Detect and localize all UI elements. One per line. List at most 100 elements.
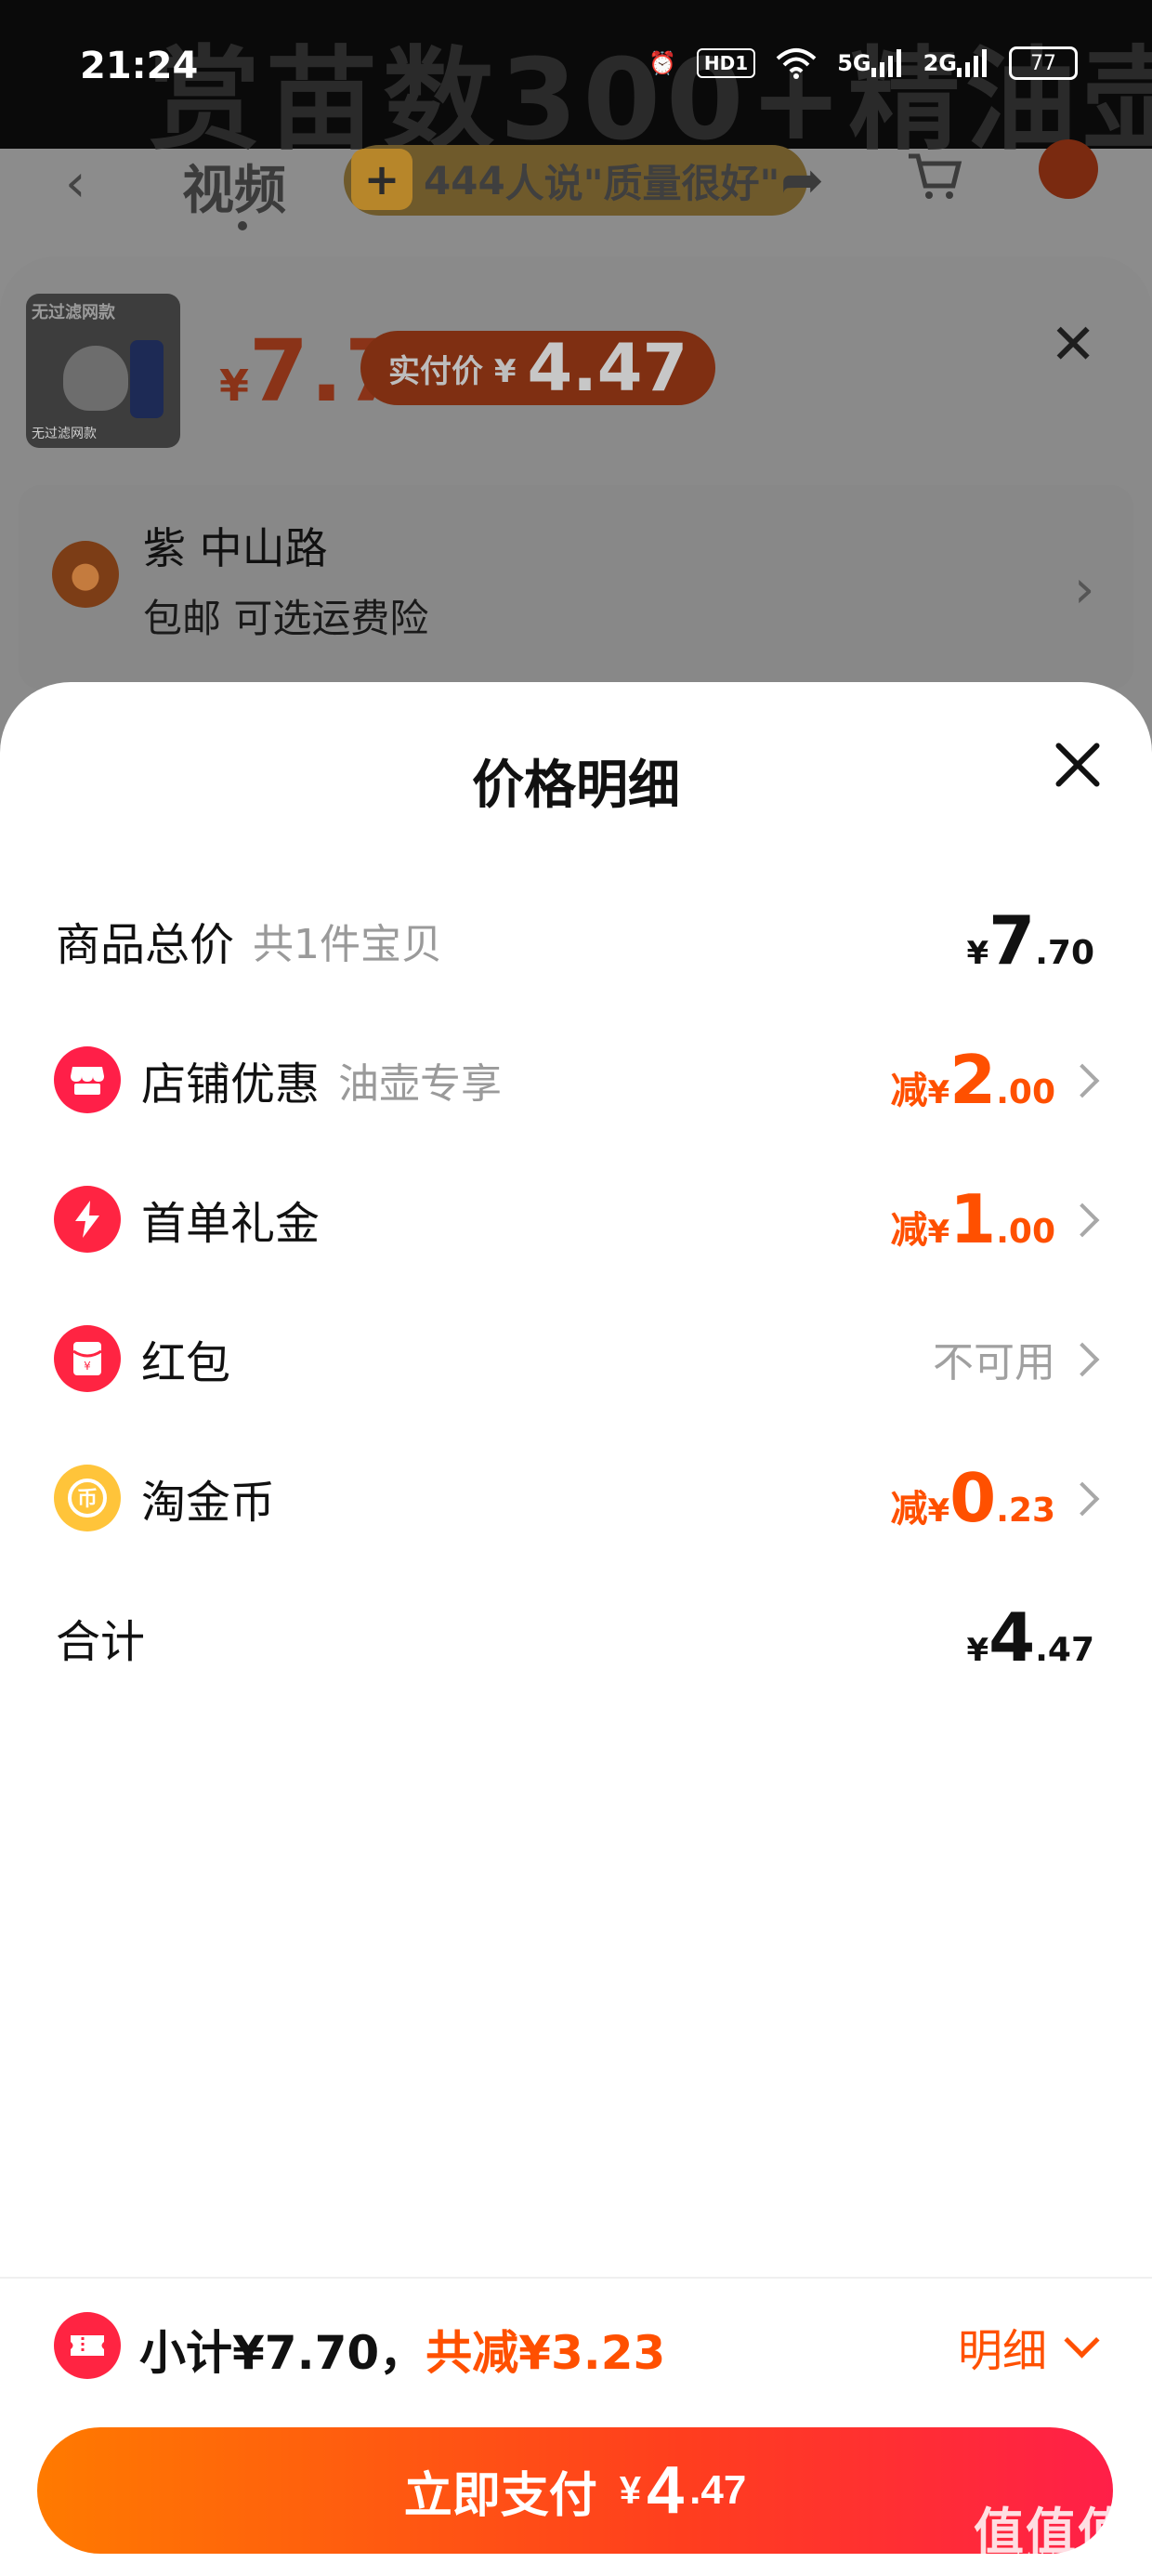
amount-decimal: .00 xyxy=(996,1212,1055,1251)
close-icon[interactable] xyxy=(1052,738,1104,790)
chevron-right-icon xyxy=(1065,1342,1100,1377)
reduce-prefix: 减 xyxy=(890,1208,928,1252)
teapot-image xyxy=(63,346,128,411)
review-text: 人说"质量很好" xyxy=(504,160,780,206)
row-total-goods: 商品总价 共1件宝贝 ¥7.70 xyxy=(0,894,1152,987)
row-sublabel: 油壶专享 xyxy=(338,1060,503,1108)
price-detail-sheet: 价格明细 商品总价 共1件宝贝 ¥7.70 店铺优惠 油壶专享 减 ¥2.00 首… xyxy=(0,682,1152,2576)
row-taojinbi[interactable]: 币 淘金币 减 ¥0.23 xyxy=(0,1452,1152,1544)
amount-decimal: .70 xyxy=(1035,934,1094,972)
status-bar: 赏苗数300+精油壶 21:24 ⏰ HD1 5G 2G 77 xyxy=(0,0,1152,165)
avatar[interactable] xyxy=(1039,139,1098,199)
pay-now-button[interactable]: 立即支付 ¥4.47 xyxy=(37,2427,1113,2554)
chevron-down-icon xyxy=(1064,2321,1100,2359)
wifi-icon xyxy=(776,47,817,79)
currency-symbol: ¥ xyxy=(966,935,989,972)
detail-toggle[interactable]: 明细 xyxy=(957,2314,1100,2379)
pay-amount-decimal: .47 xyxy=(689,2467,747,2513)
row-label: 店铺优惠 xyxy=(141,1058,321,1111)
amount-decimal: .23 xyxy=(996,1491,1055,1530)
reduce-prefix: 减 xyxy=(890,1487,928,1531)
amount-integer: 1 xyxy=(949,1179,997,1258)
status-time: 21:24 xyxy=(80,45,199,87)
row-label: 合计 xyxy=(56,1616,146,1668)
unavailable-text: 不可用 xyxy=(933,1339,1055,1387)
row-first-order-gift[interactable]: 首单礼金 减 ¥1.00 xyxy=(0,1173,1152,1266)
chevron-right-icon: › xyxy=(1074,559,1095,620)
paid-price-badge: 实付价 ¥ 4.47 xyxy=(360,330,716,406)
currency-symbol: ¥ xyxy=(927,1492,950,1530)
signal-5g-icon: 5G xyxy=(837,49,902,77)
paid-price-amount: 4.47 xyxy=(527,330,688,406)
battery-icon: 77 xyxy=(1009,46,1078,80)
row-shop-discount[interactable]: 店铺优惠 油壶专享 减 ¥2.00 xyxy=(0,1033,1152,1126)
sku-close-icon[interactable]: ✕ xyxy=(1050,312,1096,377)
row-amount: 减 ¥2.00 xyxy=(890,1046,1055,1114)
signal-2g-label: 2G xyxy=(923,50,957,76)
amount-integer: 7 xyxy=(988,901,1036,979)
row-label: 淘金币 xyxy=(141,1477,276,1529)
amount-integer: 0 xyxy=(949,1458,997,1537)
amount-decimal: .00 xyxy=(996,1072,1055,1111)
shop-icon xyxy=(54,1046,121,1113)
row-amount: 减 ¥0.23 xyxy=(890,1465,1055,1532)
paid-price-label: 实付价 ¥ xyxy=(388,352,517,390)
subtotal-text: 小计¥7.70，共减¥3.23 xyxy=(139,2316,665,2383)
order-summary-bar: 小计¥7.70，共减¥3.23 明细 xyxy=(0,2305,1152,2385)
review-count: 444 xyxy=(424,157,505,204)
sku-price-currency: ¥ xyxy=(219,361,250,411)
thumbnail-foot: 无过滤网款 xyxy=(32,427,97,441)
row-sublabel: 共1件宝贝 xyxy=(253,921,443,968)
svg-text:¥: ¥ xyxy=(84,1360,91,1373)
row-red-packet[interactable]: ¥ 红包 不可用 xyxy=(0,1312,1152,1405)
reduce-prefix: 减 xyxy=(890,1069,928,1112)
row-grand-total: 合计 ¥4.47 xyxy=(0,1591,1152,1684)
share-icon[interactable]: ➦ xyxy=(780,151,824,211)
location-pin-icon: ● xyxy=(52,541,119,608)
amount-integer: 4 xyxy=(988,1598,1036,1676)
pay-amount-integer: 4 xyxy=(647,2453,685,2528)
chevron-right-icon xyxy=(1065,1481,1100,1517)
pay-label: 立即支付 xyxy=(403,2468,597,2523)
signal-5g-label: 5G xyxy=(837,50,871,76)
thumbnail-tag: 无过滤网款 xyxy=(32,303,115,322)
footer-divider xyxy=(0,2277,1152,2279)
row-amount: ¥4.47 xyxy=(966,1604,1094,1671)
row-label: 红包 xyxy=(141,1337,231,1389)
shipping-info: 包邮 可选运费险 xyxy=(143,596,429,641)
currency-symbol: ¥ xyxy=(927,1213,950,1251)
review-badge[interactable]: + 444 人说"质量很好" xyxy=(344,145,808,216)
red-packet-icon: ¥ xyxy=(54,1325,121,1392)
product-thumbnail[interactable]: 无过滤网款 无过滤网款 xyxy=(26,294,180,448)
subtotal-value: 小计¥7.70， xyxy=(139,2326,426,2380)
coin-icon: 币 xyxy=(54,1465,121,1531)
currency-symbol: ¥ xyxy=(966,1632,989,1669)
row-amount: 减 ¥1.00 xyxy=(890,1186,1055,1254)
row-amount: ¥7.70 xyxy=(966,907,1094,974)
ticket-icon xyxy=(54,2312,121,2379)
chevron-right-icon xyxy=(1065,1063,1100,1098)
address-name: 紫 中山路 xyxy=(143,523,328,573)
amount-decimal: .47 xyxy=(1035,1631,1094,1669)
lightning-icon xyxy=(54,1186,121,1253)
pay-currency: ¥ xyxy=(619,2468,642,2512)
currency-symbol: ¥ xyxy=(927,1073,950,1111)
row-label: 商品总价 xyxy=(56,919,235,971)
cart-icon[interactable] xyxy=(907,151,962,216)
row-status: 不可用 xyxy=(933,1329,1055,1388)
chevron-right-icon xyxy=(1065,1203,1100,1238)
reduced-total: 共减¥3.23 xyxy=(425,2326,666,2380)
signal-2g-icon: 2G xyxy=(923,49,988,77)
tab-indicator xyxy=(238,221,247,230)
can-image xyxy=(130,340,164,418)
svg-text:币: 币 xyxy=(77,1488,98,1511)
detail-label: 明细 xyxy=(957,2325,1047,2377)
row-label: 首单礼金 xyxy=(141,1198,321,1250)
hd-icon: HD1 xyxy=(696,48,756,78)
address-card[interactable]: ● 紫 中山路 包邮 可选运费险 › xyxy=(19,485,1133,690)
shopping-bag-icon: + xyxy=(351,149,412,210)
status-icons: ⏰ HD1 5G 2G 77 xyxy=(648,46,1078,80)
tab-video[interactable]: 视频 xyxy=(182,149,286,224)
sheet-title: 价格明细 xyxy=(472,756,680,816)
back-icon[interactable]: ‹ xyxy=(65,153,85,214)
